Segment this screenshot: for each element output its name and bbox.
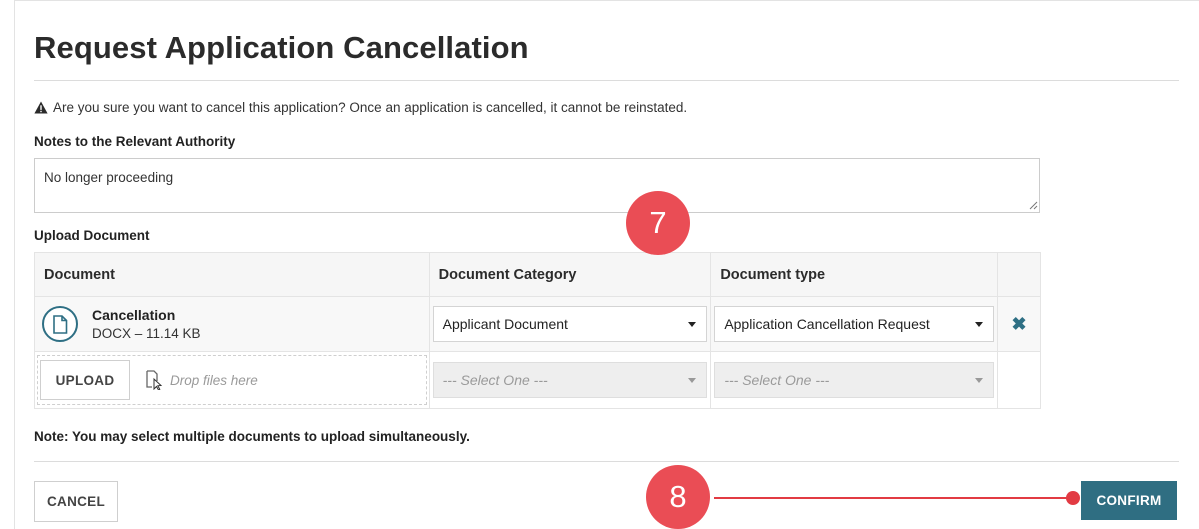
empty-cell [997, 351, 1041, 409]
type-select-placeholder[interactable]: --- Select One --- [714, 362, 995, 398]
title-divider [34, 80, 1179, 81]
drop-cursor-icon [146, 370, 163, 390]
upload-label: Upload Document [34, 228, 150, 243]
column-header-actions [997, 252, 1041, 297]
notes-label: Notes to the Relevant Authority [34, 134, 236, 149]
page-title: Request Application Cancellation [34, 30, 529, 65]
category-placeholder-text: --- Select One --- [442, 372, 548, 388]
upload-note: Note: You may select multiple documents … [34, 429, 470, 444]
footer-divider [34, 461, 1179, 462]
dropdown-caret-icon [975, 321, 984, 327]
table-row: Cancellation DOCX – 11.14 KB Applicant D… [34, 296, 1041, 352]
upload-button[interactable]: UPLOAD [40, 360, 130, 400]
step-marker-8: 8 [646, 465, 710, 529]
column-header-document: Document [34, 252, 430, 297]
type-placeholder-text: --- Select One --- [724, 372, 830, 388]
document-type-select[interactable]: Application Cancellation Request [714, 306, 995, 342]
resize-handle-icon[interactable] [1028, 200, 1038, 210]
dropdown-caret-icon [975, 377, 984, 383]
marker-connector-dot [1066, 491, 1080, 505]
warning-icon [34, 101, 48, 114]
document-cell: Cancellation DOCX – 11.14 KB [36, 306, 428, 342]
notes-textarea[interactable]: No longer proceeding [34, 158, 1040, 213]
document-category-value: Applicant Document [442, 316, 568, 332]
cancel-button[interactable]: CANCEL [34, 481, 118, 522]
document-category-select[interactable]: Applicant Document [432, 306, 708, 342]
marker-connector-line [714, 497, 1076, 499]
document-type-value: Application Cancellation Request [724, 316, 930, 332]
document-meta: DOCX – 11.14 KB [92, 326, 201, 341]
dropdown-caret-icon [688, 377, 697, 383]
drop-zone[interactable]: UPLOAD Drop files here [37, 355, 427, 405]
document-icon [42, 306, 78, 342]
confirm-button[interactable]: CONFIRM [1081, 481, 1177, 520]
document-name: Cancellation [92, 307, 176, 323]
column-header-category: Document Category [428, 252, 712, 297]
drop-files-text: Drop files here [170, 372, 258, 388]
warning-text: Are you sure you want to cancel this app… [53, 100, 688, 115]
remove-icon[interactable]: ✖ [997, 296, 1041, 352]
dropdown-caret-icon [688, 321, 697, 327]
documents-table: Document Document Category Document type… [34, 252, 1041, 409]
warning-message: Are you sure you want to cancel this app… [34, 100, 687, 115]
category-select-placeholder[interactable]: --- Select One --- [432, 362, 708, 398]
step-marker-7: 7 [626, 191, 690, 255]
upload-row: UPLOAD Drop files here --- Select One --… [34, 351, 1041, 409]
column-header-type: Document type [710, 252, 999, 297]
